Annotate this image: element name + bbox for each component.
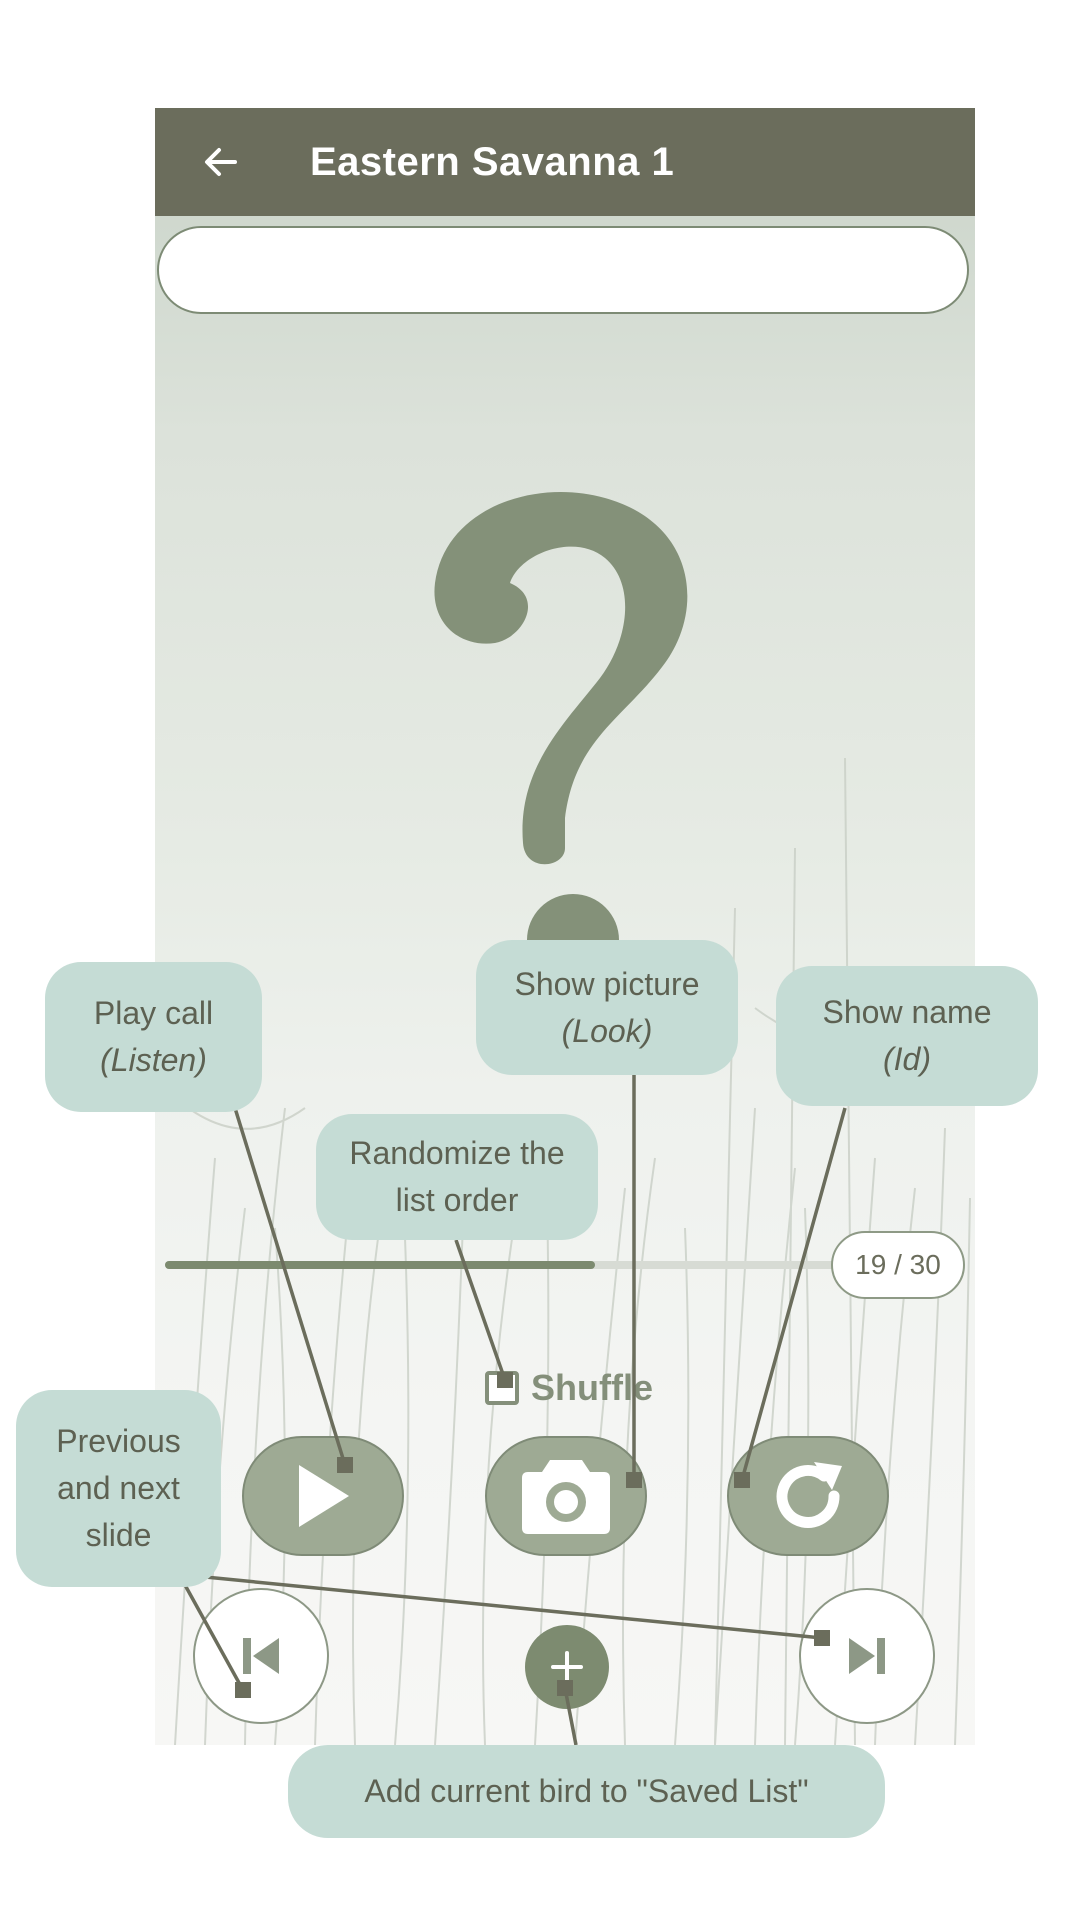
tooltip-prev-next-line3: slide: [85, 1517, 152, 1553]
skip-next-icon: [849, 1638, 885, 1674]
page-title: Eastern Savanna 1: [310, 140, 675, 184]
tooltip-show-picture: Show picture (Look): [476, 940, 738, 1075]
play-call-button[interactable]: [242, 1436, 404, 1556]
tooltip-randomize-line2: list order: [395, 1182, 519, 1218]
tooltip-add-bird: Add current bird to "Saved List": [288, 1745, 885, 1838]
previous-slide-button[interactable]: [193, 1588, 329, 1724]
skip-previous-icon: [243, 1638, 279, 1674]
progress-bar-fill: [165, 1261, 596, 1269]
tooltip-show-name: Show name (Id): [776, 966, 1038, 1106]
tooltip-play-call: Play call (Listen): [45, 962, 262, 1112]
show-picture-button[interactable]: [485, 1436, 647, 1556]
tooltip-play-call-subtitle: (Listen): [100, 1042, 207, 1078]
refresh-icon: [776, 1462, 842, 1528]
app-screen: Eastern Savanna 1 19 / 30 Shuffle: [155, 108, 975, 1745]
camera-icon: [522, 1460, 610, 1534]
shuffle-toggle[interactable]: Shuffle: [485, 1363, 653, 1413]
next-slide-button[interactable]: [799, 1588, 935, 1724]
tooltip-prev-next: Previous and next slide: [16, 1390, 221, 1587]
arrow-left-icon[interactable]: [193, 134, 249, 190]
app-bar: Eastern Savanna 1: [155, 108, 975, 216]
tooltip-show-picture-subtitle: (Look): [561, 1012, 653, 1049]
show-name-button[interactable]: [727, 1436, 889, 1556]
answer-field[interactable]: [157, 226, 969, 314]
shuffle-checkbox[interactable]: [485, 1371, 519, 1405]
tooltip-show-picture-title: Show picture: [514, 965, 700, 1002]
slide-counter: 19 / 30: [831, 1231, 965, 1299]
play-icon: [299, 1465, 349, 1527]
tooltip-randomize-line1: Randomize the: [349, 1135, 565, 1171]
tooltip-play-call-title: Play call: [93, 995, 214, 1031]
plus-icon: [551, 1651, 583, 1683]
tooltip-prev-next-line1: Previous: [56, 1423, 181, 1459]
progress-bar: [165, 1261, 845, 1269]
tooltip-add-bird-text: Add current bird to "Saved List": [364, 1773, 809, 1809]
tooltip-show-name-title: Show name: [822, 994, 992, 1030]
tooltip-prev-next-line2: and next: [57, 1470, 180, 1506]
tooltip-randomize: Randomize the list order: [316, 1114, 598, 1240]
add-to-saved-list-button[interactable]: [525, 1625, 609, 1709]
tooltip-show-name-subtitle: (Id): [883, 1041, 931, 1077]
shuffle-label: Shuffle: [531, 1367, 653, 1408]
